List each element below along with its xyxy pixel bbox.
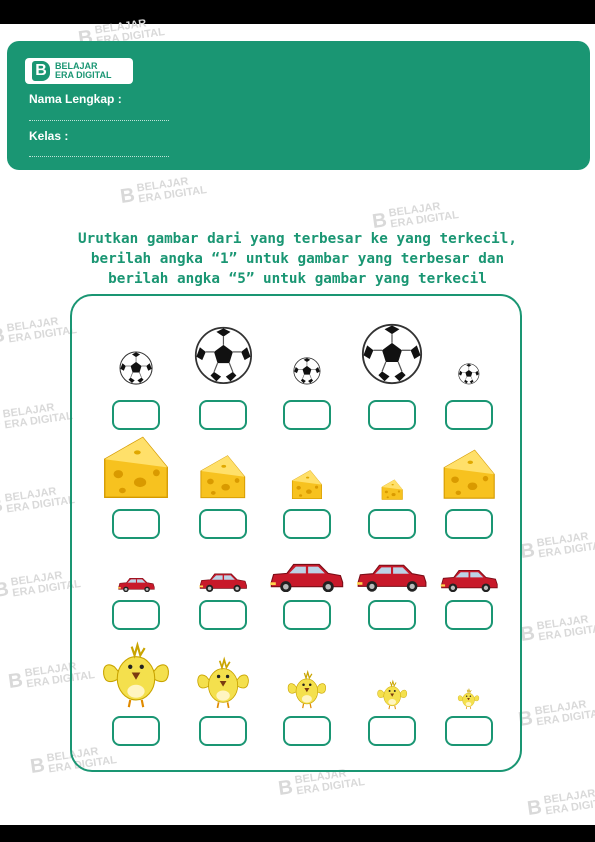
answer-box[interactable] xyxy=(199,400,247,430)
watermark: BBELAJAR ERA DIGITAL xyxy=(0,485,76,518)
answer-box[interactable] xyxy=(368,600,416,630)
brand-logo-icon: B xyxy=(32,61,50,81)
answer-box[interactable] xyxy=(445,400,493,430)
name-field[interactable] xyxy=(29,120,169,121)
cheese-icon xyxy=(102,432,170,500)
soccer-ball-icon xyxy=(293,357,321,385)
answer-box[interactable] xyxy=(199,716,247,746)
watermark: BBELAJAR ERA DIGITAL xyxy=(518,530,595,563)
soccer-ball-icon xyxy=(458,363,480,385)
bottom-black-bar xyxy=(0,825,595,842)
chick-icon xyxy=(457,687,480,710)
answer-box[interactable] xyxy=(112,400,160,430)
answer-box[interactable] xyxy=(368,716,416,746)
car-icon xyxy=(355,561,429,592)
watermark: BBELAJAR ERA DIGITAL xyxy=(518,613,595,646)
answer-box[interactable] xyxy=(199,509,247,539)
watermark: BBELAJAR ERA DIGITAL xyxy=(0,315,78,348)
instruction-line: berilah angka “5” untuk gambar yang terk… xyxy=(108,271,487,287)
answer-box[interactable] xyxy=(112,509,160,539)
name-label: Nama Lengkap : xyxy=(29,92,122,106)
answer-box[interactable] xyxy=(368,509,416,539)
answer-box[interactable] xyxy=(445,716,493,746)
answer-box[interactable] xyxy=(283,716,331,746)
answer-box[interactable] xyxy=(445,600,493,630)
watermark: BBELAJAR ERA DIGITAL xyxy=(118,175,208,208)
cheese-icon xyxy=(199,452,247,500)
chick-icon xyxy=(195,654,251,710)
answer-box[interactable] xyxy=(283,400,331,430)
answer-box[interactable] xyxy=(283,509,331,539)
top-black-bar xyxy=(0,0,595,24)
class-field[interactable] xyxy=(29,156,169,157)
instruction-line: Urutkan gambar dari yang terbesar ke yan… xyxy=(78,231,517,247)
car-icon xyxy=(117,576,156,592)
answer-box[interactable] xyxy=(445,509,493,539)
cheese-icon xyxy=(442,446,496,500)
chick-icon xyxy=(376,678,408,710)
soccer-ball-icon xyxy=(119,351,153,385)
car-icon xyxy=(268,560,346,592)
answer-box[interactable] xyxy=(199,600,247,630)
instruction-line: berilah angka “1” untuk gambar yang terb… xyxy=(90,251,505,267)
watermark: BBELAJAR ERA DIGITAL xyxy=(516,698,595,731)
brand-logo-text: BELAJAR ERA DIGITAL xyxy=(55,61,112,80)
chick-icon xyxy=(100,638,172,710)
watermark: BBELAJAR ERA DIGITAL xyxy=(370,200,460,233)
cheese-icon xyxy=(291,468,323,500)
watermark: BBELAJAR ERA DIGITAL xyxy=(525,787,595,820)
soccer-ball-icon xyxy=(194,326,253,385)
cheese-icon xyxy=(381,478,403,500)
car-icon xyxy=(439,567,500,592)
header-panel: B BELAJAR ERA DIGITAL Nama Lengkap : Kel… xyxy=(7,41,590,170)
answer-box[interactable] xyxy=(283,600,331,630)
class-label: Kelas : xyxy=(29,129,69,143)
watermark: BBELAJAR ERA DIGITAL xyxy=(0,401,74,434)
instructions: Urutkan gambar dari yang terbesar ke yan… xyxy=(40,229,555,289)
answer-box[interactable] xyxy=(368,400,416,430)
answer-box[interactable] xyxy=(112,600,160,630)
brand-logo: B BELAJAR ERA DIGITAL xyxy=(25,58,133,84)
car-icon xyxy=(198,571,249,592)
chick-icon xyxy=(286,668,328,710)
answer-box[interactable] xyxy=(112,716,160,746)
soccer-ball-icon xyxy=(361,323,423,385)
